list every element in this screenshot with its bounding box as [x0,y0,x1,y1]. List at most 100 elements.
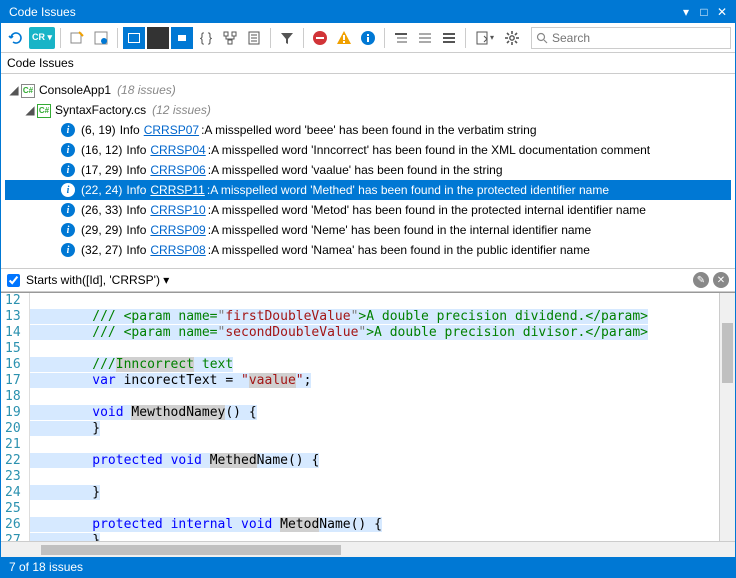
code-line[interactable] [30,469,719,485]
issue-row[interactable]: i(29, 29)InfoCRRSP09 : A misspelled word… [5,220,731,240]
close-icon[interactable]: ✕ [713,5,731,19]
status-text: 7 of 18 issues [9,560,83,574]
code-lines[interactable]: /// <param name="firstDoubleValue">A dou… [30,293,719,541]
code-line[interactable]: /// <param name="firstDoubleValue">A dou… [30,309,719,325]
code-line[interactable]: /// <param name="secondDoubleValue">A do… [30,325,719,341]
issue-location: (26, 33) [81,203,122,217]
code-line[interactable]: } [30,485,719,501]
filter-expression[interactable]: Starts with([Id], 'CRRSP') ▾ [26,273,689,287]
filter-enabled-checkbox[interactable] [7,274,20,287]
issue-code-link[interactable]: CRRSP04 [150,143,205,157]
expand-icon[interactable]: ◢ [23,103,37,117]
toolbar: CR ▾ { } ▾ [1,23,735,53]
search-icon [536,32,548,44]
line-number: 17 [5,373,21,389]
layout3-button[interactable] [438,27,460,49]
project-name: ConsoleApp1 [39,83,111,97]
project-node[interactable]: ◢ C# ConsoleApp1 (18 issues) [5,80,731,100]
window-titlebar: Code Issues ▾ □ ✕ [1,1,735,23]
issue-message: A misspelled word 'Inncorrect' has been … [211,143,650,157]
panel-subheader: Code Issues [1,53,735,74]
issue-severity: Info [126,243,146,257]
info-icon: i [61,143,75,157]
tree-button[interactable] [219,27,241,49]
file-node[interactable]: ◢ C# SyntaxFactory.cs (12 issues) [5,100,731,120]
line-number: 15 [5,341,21,357]
issue-severity: Info [126,203,146,217]
warning-filter-button[interactable] [333,27,355,49]
info-icon: i [61,243,75,257]
view3-button[interactable] [171,27,193,49]
code-line[interactable]: } [30,533,719,541]
code-line[interactable]: } [30,421,719,437]
filter-button[interactable] [276,27,298,49]
refresh-button[interactable] [5,27,27,49]
view2-button[interactable] [147,27,169,49]
action2-button[interactable] [90,27,112,49]
issue-row[interactable]: i(32, 27)InfoCRRSP08 : A misspelled word… [5,240,731,260]
issue-row[interactable]: i(6, 19)InfoCRRSP07 : A misspelled word … [5,120,731,140]
issue-code-link[interactable]: CRRSP09 [150,223,205,237]
issue-code-link[interactable]: CRRSP10 [150,203,205,217]
expand-icon[interactable]: ◢ [7,83,21,97]
cr-badge-button[interactable]: CR ▾ [29,27,55,49]
maximize-icon[interactable]: □ [695,5,713,19]
issue-code-link[interactable]: CRRSP08 [150,243,205,257]
issue-row[interactable]: i(16, 12)InfoCRRSP04 : A misspelled word… [5,140,731,160]
line-number: 20 [5,421,21,437]
filter-edit-button[interactable]: ✎ [693,272,709,288]
issue-code-link[interactable]: CRRSP11 [150,183,204,197]
line-number: 14 [5,325,21,341]
settings-button[interactable] [501,27,523,49]
issue-message: A misspelled word 'Methed' has been foun… [210,183,609,197]
view1-button[interactable] [123,27,145,49]
action1-button[interactable] [66,27,88,49]
info-icon: i [61,183,75,197]
issue-location: (6, 19) [81,123,116,137]
filter-clear-button[interactable]: ✕ [713,272,729,288]
vertical-scrollbar[interactable] [719,293,735,541]
code-line[interactable]: protected internal void MetodName() { [30,517,719,533]
horizontal-scrollbar[interactable] [1,541,735,557]
info-icon: i [61,163,75,177]
csharp-file-icon: C# [37,102,53,118]
line-number: 18 [5,389,21,405]
line-number: 23 [5,469,21,485]
doc-button[interactable] [243,27,265,49]
dropdown-icon[interactable]: ▾ [677,5,695,19]
code-line[interactable]: void MewthodNamey() { [30,405,719,421]
error-filter-button[interactable] [309,27,331,49]
code-preview: 12131415161718192021222324252627 /// <pa… [1,292,735,541]
issue-code-link[interactable]: CRRSP06 [150,163,205,177]
line-number: 12 [5,293,21,309]
layout2-button[interactable] [414,27,436,49]
code-line[interactable]: var incorectText = "vaalue"; [30,373,719,389]
search-input[interactable] [552,31,726,45]
search-box[interactable] [531,27,731,49]
issue-location: (22, 24) [81,183,122,197]
info-icon: i [61,203,75,217]
info-filter-button[interactable] [357,27,379,49]
line-number-gutter: 12131415161718192021222324252627 [1,293,30,541]
code-line[interactable] [30,293,719,309]
issue-code-link[interactable]: CRRSP07 [144,123,199,137]
code-line[interactable]: protected void MethedName() { [30,453,719,469]
code-line[interactable] [30,501,719,517]
issue-row[interactable]: i(26, 33)InfoCRRSP10 : A misspelled word… [5,200,731,220]
layout1-button[interactable] [390,27,412,49]
issue-row[interactable]: i(17, 29)InfoCRRSP06 : A misspelled word… [5,160,731,180]
line-number: 21 [5,437,21,453]
braces-button[interactable]: { } [195,27,217,49]
issue-severity: Info [126,163,146,177]
code-line[interactable] [30,389,719,405]
code-line[interactable] [30,341,719,357]
issue-row[interactable]: i(22, 24)InfoCRRSP11 : A misspelled word… [5,180,731,200]
code-line[interactable]: ///Inncorrect text [30,357,719,373]
issue-message: A misspelled word 'Metod' has been found… [211,203,646,217]
code-line[interactable] [30,437,719,453]
export-button[interactable]: ▾ [471,27,499,49]
line-number: 16 [5,357,21,373]
issue-severity: Info [126,183,146,197]
issue-severity: Info [126,223,146,237]
file-name: SyntaxFactory.cs [55,103,146,117]
